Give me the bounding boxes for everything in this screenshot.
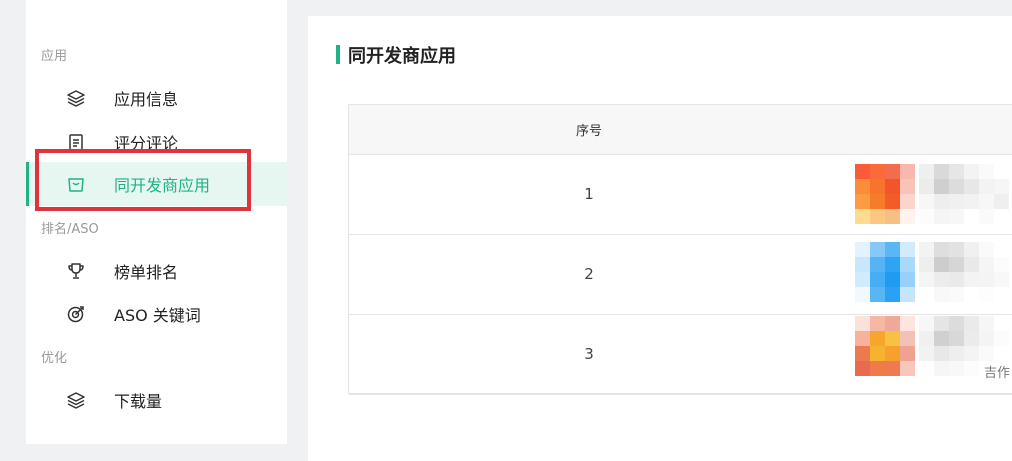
sidebar-item-label: ASO 关键词 — [114, 306, 201, 325]
sidebar-group-title-app: 应用 — [41, 49, 68, 64]
sidebar-item-label: 下载量 — [114, 392, 163, 411]
app-name-redacted — [919, 242, 1009, 302]
target-icon — [66, 304, 86, 324]
app-icon[interactable] — [855, 164, 915, 224]
table-header: 序号 — [349, 105, 1012, 155]
table-row[interactable]: 2 — [349, 234, 1012, 315]
sidebar-item-label: 同开发商应用 — [114, 176, 211, 195]
bag-icon — [66, 174, 86, 194]
clipboard-icon — [66, 132, 86, 152]
sidebar-item-label: 应用信息 — [114, 90, 179, 109]
table-row[interactable]: 1 — [349, 154, 1012, 235]
sidebar-item-same-developer-apps[interactable]: 同开发商应用 — [26, 162, 287, 206]
page-title: 同开发商应用 — [348, 46, 456, 67]
app-icon[interactable] — [855, 242, 915, 302]
sidebar-item-label: 榜单排名 — [114, 263, 179, 282]
sidebar-group-title-optimize: 优化 — [41, 351, 68, 366]
row-index: 3 — [584, 345, 594, 363]
table-row[interactable]: 3 吉作 — [349, 314, 1012, 395]
sidebar-item-downloads[interactable]: 下载量 — [26, 378, 287, 422]
apps-table: 序号 1 2 3 吉作 — [348, 104, 1012, 395]
trophy-icon — [66, 261, 86, 281]
row-index: 1 — [584, 185, 594, 203]
sidebar-item-chart-ranking[interactable]: 榜单排名 — [26, 249, 287, 293]
sidebar-group-title-ranking: 排名/ASO — [41, 222, 99, 237]
app-developer-text: 吉作 — [983, 366, 1010, 381]
layers-icon — [66, 88, 86, 108]
layers-icon — [66, 390, 86, 410]
sidebar-item-app-info[interactable]: 应用信息 — [26, 76, 287, 120]
sidebar-item-label: 评分评论 — [114, 134, 179, 153]
app-icon[interactable] — [855, 316, 915, 376]
app-name-redacted — [919, 164, 1009, 224]
sidebar-item-ratings-reviews[interactable]: 评分评论 — [26, 120, 287, 164]
column-header-index: 序号 — [575, 124, 602, 139]
row-index: 2 — [584, 265, 594, 283]
sidebar-item-aso-keywords[interactable]: ASO 关键词 — [26, 292, 287, 336]
title-accent-bar — [336, 45, 340, 64]
